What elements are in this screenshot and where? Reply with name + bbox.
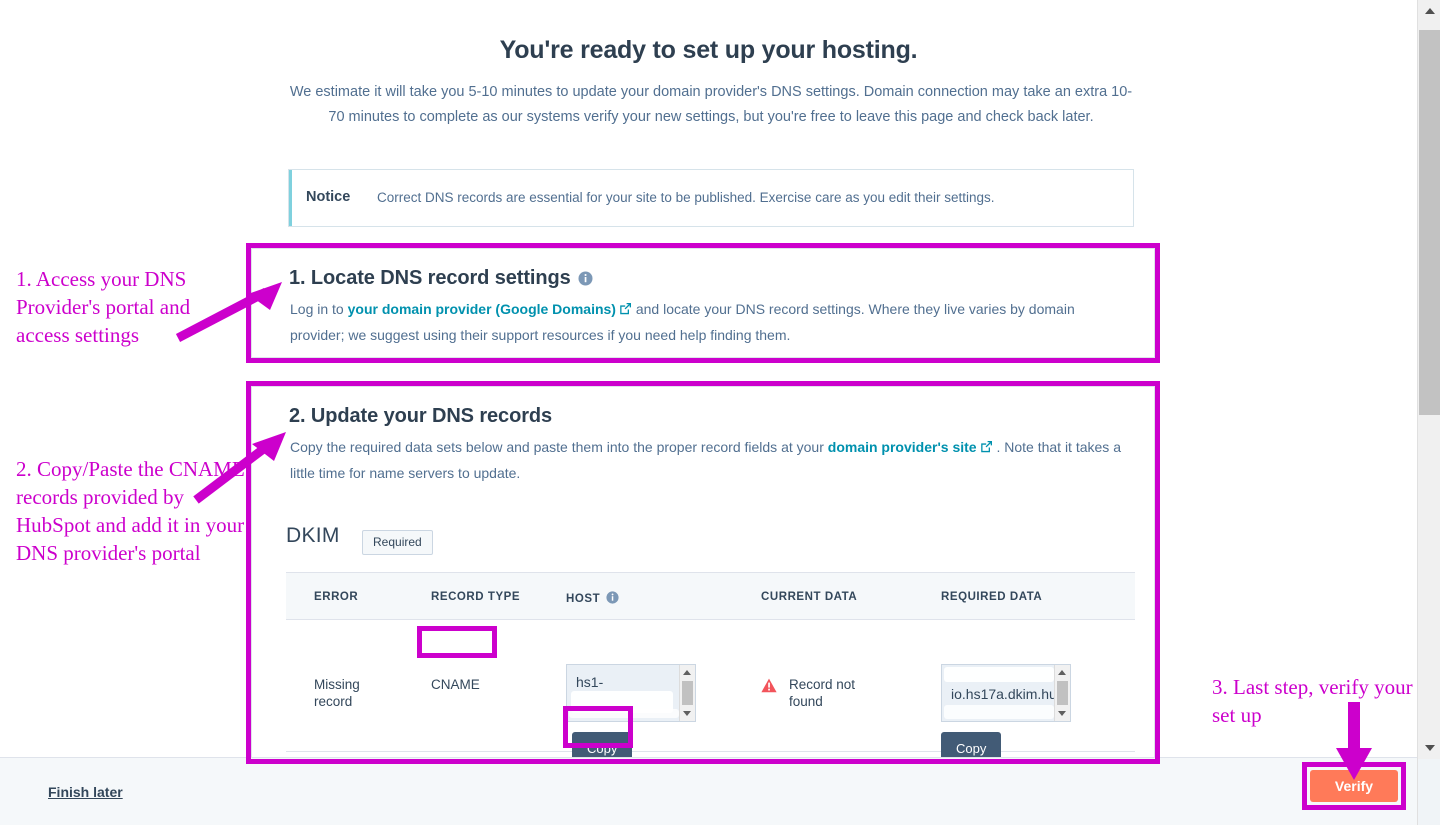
required-value-text: io.hs17a.dkim.hub: [951, 686, 1065, 702]
scrollbar-thumb[interactable]: [1057, 681, 1068, 705]
scrollbar-thumb[interactable]: [1419, 30, 1440, 415]
footer-bar: Finish later: [0, 757, 1417, 825]
table-row: Missing record CNAME hs1- Copy Record no…: [286, 620, 1135, 757]
required-value-box[interactable]: io.hs17a.dkim.hub: [941, 664, 1071, 722]
section2-body-before: Copy the required data sets below and pa…: [290, 439, 828, 455]
external-link-icon[interactable]: [619, 298, 632, 323]
chevron-down-icon[interactable]: [1058, 711, 1066, 716]
scrollable-content: You're ready to set up your hosting. We …: [0, 0, 1417, 757]
external-link-icon[interactable]: [980, 436, 993, 461]
scrollbar-down-button[interactable]: [1418, 737, 1440, 759]
cell-error: Missing record: [314, 677, 360, 709]
column-header-error: ERROR: [314, 591, 359, 603]
notice-text: Correct DNS records are essential for yo…: [377, 190, 995, 205]
column-header-record-type: RECORD TYPE: [431, 591, 521, 603]
column-header-required-data: REQUIRED DATA: [941, 591, 1043, 603]
provider-site-link-text: domain provider's site: [827, 439, 977, 455]
host-value-box[interactable]: hs1-: [566, 664, 696, 722]
section1-heading: 1. Locate DNS record settings: [289, 267, 593, 292]
provider-site-link[interactable]: domain provider's site: [828, 439, 977, 455]
page-title: You're ready to set up your hosting.: [499, 36, 918, 64]
section1-body-before: Log in to: [290, 301, 348, 317]
chevron-up-icon[interactable]: [1058, 670, 1066, 675]
cell-current-data: Record not found: [789, 677, 856, 709]
required-box-scrollbar[interactable]: [1054, 665, 1070, 721]
warning-icon: [761, 678, 777, 698]
finish-later-link[interactable]: Finish later: [48, 784, 123, 800]
annotation-3: 3. Last step, verify your set up: [1212, 675, 1413, 727]
scrollbar-thumb[interactable]: [682, 681, 693, 705]
dkim-required-badge: Required: [362, 530, 433, 555]
notice-accent-bar: [289, 170, 292, 226]
section1-body: Log in to your domain provider (Google D…: [290, 297, 1130, 348]
host-value-text: hs1-: [576, 674, 604, 690]
annotation-1: 1. Access your DNS Provider's portal and…: [16, 267, 191, 347]
page-root: You're ready to set up your hosting. We …: [0, 0, 1440, 825]
copy-required-button[interactable]: Copy: [941, 732, 1002, 757]
domain-provider-link[interactable]: your domain provider (Google Domains): [348, 301, 616, 317]
section1-heading-text: 1. Locate DNS record settings: [289, 267, 571, 289]
column-header-host-text: HOST: [566, 593, 601, 605]
scrollbar-up-button[interactable]: [1418, 0, 1440, 22]
redaction-smudge: [944, 705, 1054, 719]
chevron-down-icon[interactable]: [683, 711, 691, 716]
dkim-title: DKIM: [286, 524, 340, 547]
dkim-table-header: ERROR RECORD TYPE HOST CURRENT DATA REQU…: [286, 572, 1135, 620]
chevron-down-icon: [1425, 745, 1435, 751]
section-locate-dns: 1. Locate DNS record settings Log in to …: [251, 248, 1155, 358]
copy-host-button[interactable]: Copy: [572, 732, 633, 757]
scrollbar-tray-bottom: [1418, 759, 1440, 825]
column-header-current-data: CURRENT DATA: [761, 591, 858, 603]
verify-button[interactable]: Verify: [1310, 770, 1398, 802]
info-icon[interactable]: [606, 591, 619, 607]
info-icon[interactable]: [578, 269, 593, 292]
dkim-table: ERROR RECORD TYPE HOST CURRENT DATA REQU…: [286, 572, 1135, 757]
notice-banner: Notice Correct DNS records are essential…: [288, 169, 1134, 227]
chevron-up-icon[interactable]: [683, 670, 691, 675]
domain-provider-link-text: your domain provider (Google Domains): [347, 301, 616, 317]
annotation-2: 2. Copy/Paste the CNAME records provided…: [16, 455, 246, 567]
annotation-2-text: 2. Copy/Paste the CNAME records provided…: [16, 457, 245, 565]
page-subtitle: We estimate it will take you 5-10 minute…: [289, 84, 1133, 125]
column-header-host: HOST: [566, 591, 619, 607]
host-box-scrollbar[interactable]: [679, 665, 695, 721]
chevron-up-icon: [1425, 8, 1435, 14]
section2-heading: 2. Update your DNS records: [289, 405, 553, 427]
notice-label: Notice: [306, 189, 351, 205]
section2-body: Copy the required data sets below and pa…: [290, 435, 1136, 486]
redaction-smudge: [569, 709, 679, 718]
redaction-smudge: [944, 667, 1054, 682]
cell-record-type: CNAME: [431, 677, 480, 692]
